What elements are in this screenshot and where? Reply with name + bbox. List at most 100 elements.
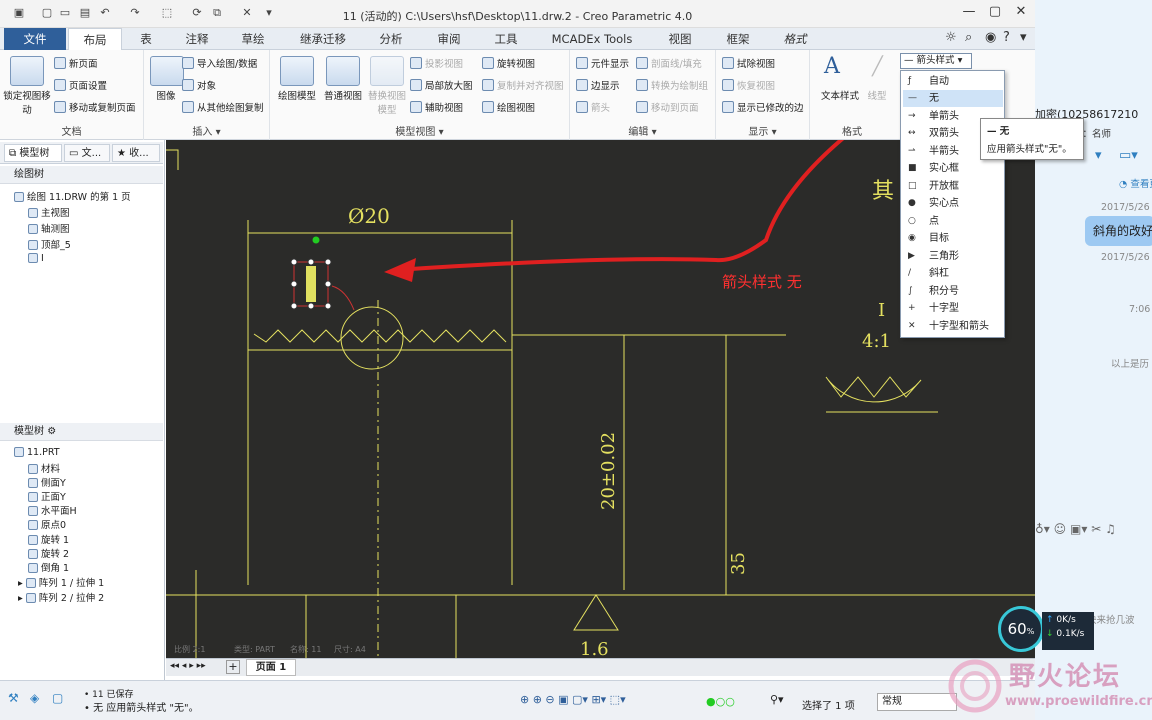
drag-handle[interactable] (324, 258, 332, 266)
drag-handle[interactable] (307, 258, 315, 266)
window-icon[interactable]: ▢ (52, 691, 63, 705)
tree-item-part[interactable]: 11.PRT (14, 447, 60, 458)
drag-handle[interactable] (290, 258, 298, 266)
dim-tolerance-text[interactable]: 20±0.02 (598, 432, 619, 510)
scissors-icon[interactable]: ✂ (1091, 522, 1101, 536)
drag-handle[interactable] (307, 302, 315, 310)
maximize-icon[interactable]: ▢ (983, 4, 1007, 22)
auxiliary-view-button[interactable]: 辅助视图 (410, 100, 463, 114)
tree-item-revolve-2[interactable]: 旋转 2 (28, 546, 69, 560)
general-view-icon[interactable] (326, 56, 360, 86)
detail-view-button[interactable]: 局部放大图 (410, 78, 473, 92)
general-view-label[interactable]: 普通视图 (320, 88, 366, 102)
music-icon[interactable]: ♫ (1105, 522, 1116, 536)
drawing-tree-header[interactable]: 绘图树 (0, 166, 163, 184)
help-icon[interactable]: ? (1003, 30, 1010, 45)
tree-item-drawing[interactable]: 绘图 11.DRW 的第 1 页 (14, 189, 131, 203)
lock-view-label[interactable]: 锁定视图移动 (2, 88, 52, 116)
tree-item-iso-view[interactable]: 轴测图 (28, 221, 70, 235)
copy-from-button[interactable]: 从其他绘图复制 (182, 100, 264, 114)
tree-item-detail-i[interactable]: I (28, 253, 44, 264)
arrow-option-integral[interactable]: ∫ 积分号 (903, 283, 1003, 300)
dim-16-text[interactable]: 1.6 (580, 639, 609, 658)
drag-handle[interactable] (290, 280, 298, 288)
arrow-option-target[interactable]: ◉ 目标 (903, 230, 1003, 247)
new-page-button[interactable]: 新页面 (54, 56, 98, 70)
tab-tools[interactable]: 工具 (482, 28, 530, 50)
search-icon[interactable]: ⌕ (965, 30, 972, 45)
drag-handle[interactable] (290, 302, 298, 310)
tab-mcadex[interactable]: MCADEx Tools (540, 28, 644, 50)
tab-model-tree[interactable]: ⧉ 模型树 (4, 144, 62, 162)
drag-handle[interactable] (324, 302, 332, 310)
arrow-option-none[interactable]: — 无 (903, 90, 1003, 107)
arrow-option-dot[interactable]: ○ 点 (903, 213, 1003, 230)
drawing-model-icon[interactable] (280, 56, 314, 86)
revolved-view-button[interactable]: 旋转视图 (482, 56, 535, 70)
tab-format[interactable]: 格式 (772, 28, 818, 50)
chat-tool-icon[interactable]: ▾ (1095, 148, 1102, 163)
lamp-icon[interactable]: ☼ (945, 30, 957, 45)
text-style-icon[interactable]: A (824, 54, 840, 79)
mic-icon[interactable]: ♁▾ (1035, 522, 1050, 536)
page-tab[interactable]: 页面 1 (246, 659, 296, 676)
model-tree-header[interactable]: 模型树 ⚙ (0, 423, 163, 441)
tree-item-chamfer-1[interactable]: 倒角 1 (28, 560, 69, 574)
erase-view-button[interactable]: 拭除视图 (722, 56, 775, 70)
show-modified-button[interactable]: 显示已修改的边 (722, 100, 804, 114)
object-button[interactable]: 对象 (182, 78, 216, 92)
drag-handle[interactable] (324, 280, 332, 288)
tree-item-pattern-2[interactable]: ▸ 阵列 2 / 拉伸 2 (18, 590, 104, 604)
image-icon[interactable]: ▣▾ (1070, 522, 1087, 536)
tab-annotate[interactable]: 注释 (172, 28, 222, 50)
tab-analysis[interactable]: 分析 (366, 28, 416, 50)
tab-table[interactable]: 表 (126, 28, 166, 50)
page-setup-button[interactable]: 页面设置 (54, 78, 107, 92)
dim-diameter-text[interactable]: Ø20 (348, 204, 390, 228)
view-more-link[interactable]: ◔ 查看更 (1119, 176, 1152, 190)
tool-icon[interactable]: ⚒ (8, 691, 19, 705)
drawing-view-button[interactable]: 绘图视图 (482, 100, 535, 114)
tab-view[interactable]: 视图 (654, 28, 706, 50)
text-style-label[interactable]: 文本样式 (814, 88, 866, 102)
emoji-icon[interactable]: ☺ (1054, 522, 1067, 536)
model-icon[interactable]: ◈ (30, 691, 39, 705)
arrow-option-filled-box[interactable]: ■ 实心框 (903, 160, 1003, 177)
tree-item-side-plane[interactable]: 侧面Y (28, 475, 66, 489)
tree-item-pattern-1[interactable]: ▸ 阵列 1 / 拉伸 1 (18, 575, 104, 589)
tree-item-origin[interactable]: 原点0 (28, 517, 66, 531)
tab-review[interactable]: 审阅 (424, 28, 474, 50)
add-page-button[interactable]: + (226, 660, 240, 674)
arrow-option-slash[interactable]: / 斜杠 (903, 265, 1003, 282)
tab-layout[interactable]: 布局 (68, 28, 122, 50)
binoculars-icon[interactable]: ⚲▾ (770, 693, 784, 706)
arrow-option-filled-dot[interactable]: ● 实心点 (903, 195, 1003, 212)
dim-35-text[interactable]: 35 (728, 552, 749, 575)
tree-item-main-view[interactable]: 主视图 (28, 205, 70, 219)
lock-view-icon[interactable] (10, 56, 44, 86)
import-button[interactable]: 导入绘图/数据 (182, 56, 257, 70)
ptc-icon[interactable]: ◉ (985, 30, 996, 45)
drag-handle-rotate[interactable] (312, 236, 320, 244)
selected-note[interactable] (306, 266, 316, 302)
image-icon[interactable] (150, 56, 184, 86)
drawing-model-label[interactable]: 绘图模型 (272, 88, 322, 102)
tab-file[interactable]: 文件 (4, 28, 66, 50)
image-label[interactable]: 图像 (148, 88, 184, 102)
zoom-tools-icon[interactable]: ⊕ ⊕ ⊖ ▣ ▢▾ ⊞▾ ⬚▾ (520, 693, 626, 706)
help-chevron-icon[interactable]: ▾ (1020, 30, 1027, 45)
minimize-icon[interactable]: — (957, 4, 981, 22)
tab-legacy-migration[interactable]: 继承迁移 (288, 28, 358, 50)
tree-item-revolve-1[interactable]: 旋转 1 (28, 532, 69, 546)
settings-icon[interactable]: ⚙ (47, 426, 56, 437)
move-copy-page-button[interactable]: 移动或复制页面 (54, 100, 136, 114)
comp-display-button[interactable]: 元件显示 (576, 56, 629, 70)
arrow-style-combo[interactable]: — 箭头样式 ▾ (900, 53, 972, 69)
tab-favorites[interactable]: ★ 收... (112, 144, 160, 162)
arrow-option-auto[interactable]: ƒ 自动 (903, 73, 1003, 90)
tree-item-top-view[interactable]: 顶部_5 (28, 237, 71, 251)
tab-sketch[interactable]: 草绘 (228, 28, 278, 50)
arrow-option-cross-arrow[interactable]: ✕ 十字型和箭头 (903, 318, 1003, 335)
screen-share-icon[interactable]: ▭▾ (1119, 148, 1138, 163)
tab-folder[interactable]: ▭ 文... (64, 144, 110, 162)
